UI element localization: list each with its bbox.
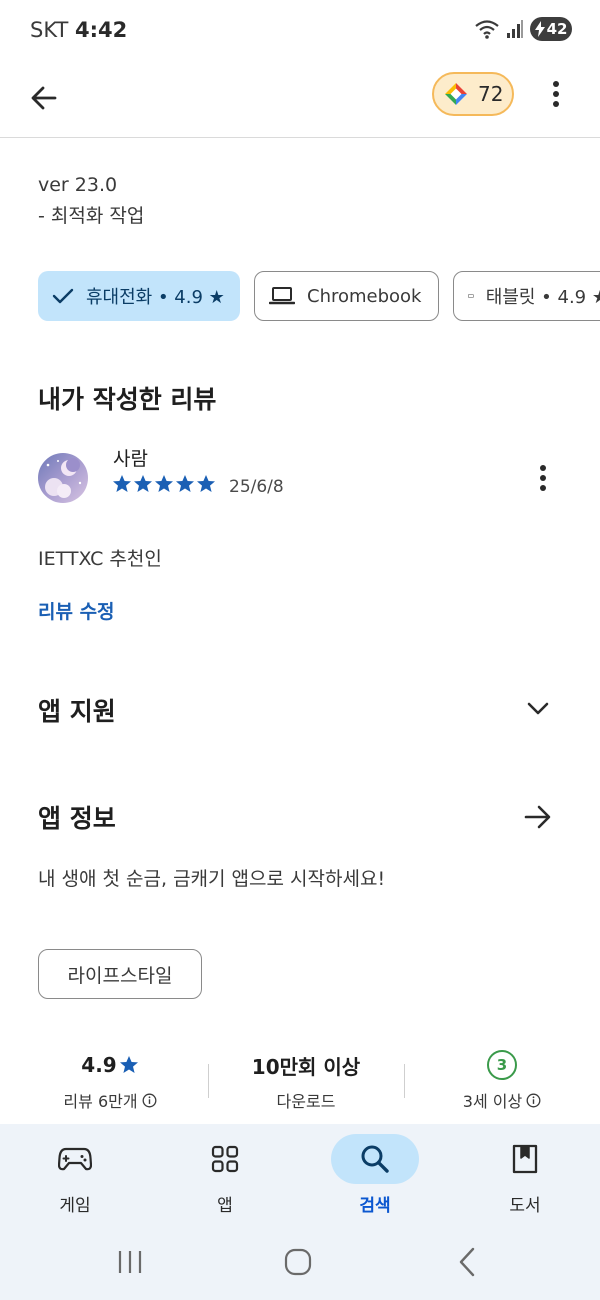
wifi-icon — [475, 20, 499, 39]
edit-review-link[interactable]: 리뷰 수정 — [38, 597, 115, 624]
system-navigation-bar — [0, 1230, 600, 1300]
arrow-back-icon — [31, 86, 57, 110]
chip-tablet[interactable]: 태블릿 • 4.9 ★ — [453, 271, 600, 321]
chip-phone-label: 휴대전화 • 4.9 ★ — [86, 287, 225, 308]
app-info-title[interactable]: 앱 정보 — [38, 799, 116, 835]
carrier-label: SKT — [30, 18, 69, 42]
star-icon — [155, 475, 173, 492]
points-value: 72 — [478, 82, 504, 106]
star-icon — [134, 475, 152, 492]
more-vert-icon — [553, 81, 559, 107]
more-options-button[interactable] — [538, 76, 574, 112]
review-text: IETTXC 추천인 — [38, 548, 162, 570]
stat-rating: 4.9 리뷰 6만개 — [10, 1046, 210, 1112]
battery-indicator: 42 — [530, 17, 572, 41]
info-icon[interactable] — [526, 1093, 541, 1108]
downloads-value: 10만회 이상 — [251, 1054, 361, 1079]
review-more-button[interactable] — [526, 460, 560, 496]
top-app-bar: 72 — [0, 62, 600, 138]
review-date: 25/6/8 — [229, 477, 284, 497]
info-icon[interactable] — [142, 1093, 157, 1108]
chip-chromebook[interactable]: Chromebook — [254, 271, 439, 321]
app-support-title[interactable]: 앱 지원 — [38, 692, 116, 728]
recents-icon — [118, 1251, 142, 1273]
gamepad-icon — [58, 1147, 92, 1171]
version-number: ver 23.0 — [38, 174, 118, 196]
stat-downloads: 10만회 이상 다운로드 — [206, 1046, 406, 1112]
charging-bolt-icon — [534, 21, 545, 37]
play-points-icon — [445, 83, 467, 105]
version-change: - 최적화 작업 — [38, 205, 145, 227]
nav-item-games[interactable]: 게임 — [0, 1124, 150, 1230]
laptop-icon — [269, 287, 295, 305]
version-notes: ver 23.0 - 최적화 작업 — [38, 170, 144, 232]
play-points-chip[interactable]: 72 — [432, 72, 514, 116]
status-bar: SKT 4:42 42 — [0, 0, 600, 62]
clock: 4:42 — [75, 18, 128, 42]
rating-label: 리뷰 6만개 — [63, 1092, 138, 1111]
rating-value: 4.9 — [81, 1053, 117, 1077]
home-icon — [284, 1248, 312, 1276]
my-review-title: 내가 작성한 리뷰 — [38, 385, 217, 414]
arrow-forward-icon — [524, 805, 551, 829]
chevron-left-icon — [459, 1247, 475, 1277]
signal-icon — [507, 20, 523, 38]
nav-label-books: 도서 — [509, 1196, 541, 1216]
book-icon — [512, 1144, 538, 1174]
review-star-rating — [112, 474, 216, 494]
system-back-button[interactable] — [437, 1242, 497, 1282]
back-button[interactable] — [20, 74, 68, 122]
avatar-image — [38, 453, 88, 503]
chip-tablet-label: 태블릿 • 4.9 ★ — [485, 287, 600, 308]
age-rating-badge: 3 — [487, 1050, 517, 1080]
downloads-label: 다운로드 — [276, 1092, 336, 1111]
star-icon — [113, 475, 131, 492]
age-rating-label: 3세 이상 — [462, 1092, 523, 1111]
reviewer-name: 사람 — [113, 448, 148, 470]
bottom-navigation: 게임 앱 검색 도서 — [0, 1124, 600, 1230]
avatar — [38, 453, 88, 503]
apps-grid-icon — [211, 1145, 239, 1173]
more-vert-icon — [540, 465, 546, 491]
app-description: 내 생애 첫 순금, 금캐기 앱으로 시작하세요! — [38, 868, 386, 890]
status-icons: 42 — [474, 17, 572, 41]
chip-chromebook-label: Chromebook — [307, 285, 422, 307]
category-tag-chip[interactable]: 라이프스타일 — [38, 949, 202, 999]
recent-apps-button[interactable] — [100, 1242, 160, 1282]
star-icon — [197, 475, 215, 492]
nav-label-apps: 앱 — [217, 1196, 233, 1216]
carrier-time: SKT 4:42 — [30, 18, 127, 42]
chip-phone[interactable]: 휴대전화 • 4.9 ★ — [38, 271, 240, 321]
app-support-expand-button[interactable] — [518, 689, 558, 729]
check-icon — [52, 288, 74, 304]
stat-age-rating: 3 3세 이상 — [402, 1046, 600, 1112]
tablet-icon — [468, 294, 474, 298]
nav-label-search: 검색 — [359, 1196, 391, 1216]
nav-item-books[interactable]: 도서 — [450, 1124, 600, 1230]
device-filter-chips: 휴대전화 • 4.9 ★ Chromebook 태블릿 • 4.9 ★ — [38, 271, 600, 321]
app-stats: 4.9 리뷰 6만개 10만회 이상 다운로드 3 3세 이상 — [0, 1046, 600, 1118]
app-info-open-button[interactable] — [518, 797, 558, 837]
nav-item-apps[interactable]: 앱 — [150, 1124, 300, 1230]
home-button[interactable] — [268, 1242, 328, 1282]
search-icon — [361, 1145, 389, 1173]
battery-level: 42 — [546, 20, 568, 38]
nav-item-search[interactable]: 검색 — [300, 1124, 450, 1230]
star-icon — [176, 475, 194, 492]
star-icon — [119, 1056, 138, 1073]
chevron-down-icon — [527, 702, 549, 715]
nav-label-games: 게임 — [59, 1196, 91, 1216]
